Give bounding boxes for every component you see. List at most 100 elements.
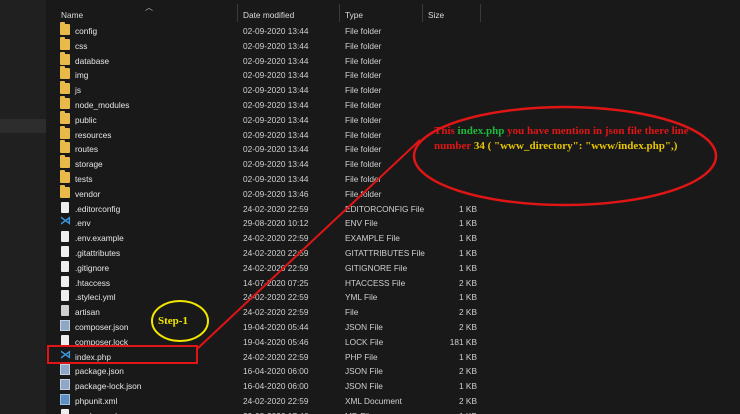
file-row[interactable]: phpunit.xml 24-02-2020 22:59 XML Document 2… [46, 393, 740, 408]
file-size: 1 KB [459, 233, 477, 244]
column-header-bar: ︿ Name Date modified Type Size [46, 0, 740, 23]
file-icon [61, 260, 69, 272]
json-icon [60, 320, 70, 331]
file-date-modified: 24-02-2020 22:59 [243, 203, 309, 214]
file-row[interactable]: package.json 16-04-2020 06:00 JSON File 2 K… [46, 363, 740, 378]
navigation-pane[interactable] [0, 0, 46, 414]
file-row[interactable]: js 02-09-2020 13:44 File folder [46, 81, 740, 97]
file-row[interactable]: config 02-09-2020 13:44 File folder [46, 22, 740, 38]
file-size: 181 KB [449, 336, 477, 347]
file-type: File folder [345, 100, 382, 110]
file-row[interactable]: css 02-09-2020 13:44 File folder [46, 36, 740, 53]
file-date-modified: 24-02-2020 22:59 [243, 233, 309, 244]
sort-ascending-icon: ︿ [145, 3, 153, 12]
navigation-selected-item[interactable] [0, 119, 46, 133]
file-type: XML Document [345, 396, 402, 406]
folder-icon [60, 155, 70, 169]
file-date-modified: 19-04-2020 05:44 [243, 322, 309, 332]
file-size: 1 KB [459, 203, 477, 214]
file-row[interactable]: ⋊ index.php 24-02-2020 22:59 PHP File 1 KB [46, 349, 740, 364]
file-date-modified: 24-02-2020 22:59 [243, 396, 309, 406]
folder-icon [60, 66, 70, 80]
column-divider[interactable] [422, 4, 423, 22]
file-type: File folder [345, 26, 382, 36]
file-row[interactable]: vendor 02-09-2020 13:46 File folder [46, 184, 740, 201]
vscode-icon: ⋊ [60, 215, 71, 228]
file-icon [61, 275, 69, 287]
folder-icon [60, 140, 70, 154]
file-row[interactable]: tests 02-09-2020 13:44 File folder [46, 170, 740, 186]
file-row[interactable]: .env.example 24-02-2020 22:59 EXAMPLE File… [46, 230, 740, 245]
file-type: File folder [345, 85, 382, 96]
folder-icon [60, 96, 70, 109]
file-icon [61, 231, 69, 243]
file-list[interactable]: ︿ Name Date modified Type Size config 02-… [46, 0, 740, 414]
file-name: .env [75, 218, 91, 229]
file-size: 1 KB [459, 248, 477, 258]
folder-icon [60, 36, 70, 50]
file-name: node_modules [75, 100, 130, 110]
file-type: ENV File [345, 218, 378, 229]
file-size: 2 KB [459, 307, 477, 318]
file-row[interactable]: img 02-09-2020 13:44 File folder [46, 66, 740, 82]
file-name: vendor [75, 188, 101, 199]
file-date-modified: 02-09-2020 13:44 [243, 26, 309, 36]
folder-icon [60, 125, 70, 139]
file-date-modified: 24-02-2020 22:59 [243, 307, 309, 318]
file-icon [61, 290, 69, 302]
file-date-modified: 02-09-2020 13:44 [243, 40, 309, 51]
column-divider[interactable] [480, 4, 481, 22]
column-header-size[interactable]: Size [428, 10, 444, 20]
folder-icon [60, 184, 70, 198]
file-name: public [75, 114, 97, 125]
file-type: LOCK File [345, 336, 384, 347]
file-date-modified: 02-09-2020 13:44 [243, 129, 309, 140]
column-header-type[interactable]: Type [345, 10, 363, 20]
folder-icon [60, 51, 70, 65]
file-row[interactable]: .gitattributes 24-02-2020 22:59 GITATTRIBU… [46, 245, 740, 260]
file-type: EDITORCONFIG File [345, 203, 425, 214]
file-row[interactable]: ⋊ .env 29-08-2020 10:12 ENV File 1 KB [46, 215, 740, 230]
file-row[interactable]: node_modules 02-09-2020 13:44 File folder [46, 96, 740, 112]
file-row[interactable]: .styleci.yml 24-02-2020 22:59 YML File 1 KB [46, 289, 740, 304]
file-date-modified: 02-09-2020 13:46 [243, 188, 309, 199]
file-name: css [75, 40, 88, 51]
file-name: tests [75, 174, 93, 184]
file-type: JSON File [345, 381, 383, 392]
file-date-modified: 24-02-2020 22:59 [243, 292, 309, 303]
column-divider[interactable] [237, 4, 238, 22]
file-row[interactable]: readme.md29-08-2020 17:46MD File1 KB [46, 408, 740, 414]
file-row[interactable]: database 02-09-2020 13:44 File folder [46, 51, 740, 68]
file-type: File [345, 307, 359, 318]
file-type: PHP File [345, 351, 378, 362]
file-date-modified: 29-08-2020 10:12 [243, 218, 309, 229]
file-icon [61, 334, 69, 346]
file-size: 1 KB [459, 218, 477, 229]
file-row[interactable]: package-lock.json 16-04-2020 06:00 JSON Fi… [46, 378, 740, 393]
file-row[interactable]: storage 02-09-2020 13:44 File folder [46, 155, 740, 171]
column-divider[interactable] [339, 4, 340, 22]
column-header-name[interactable]: Name [61, 10, 83, 20]
file-type: File folder [345, 129, 382, 140]
file-name: package.json [75, 366, 124, 377]
file-row[interactable]: artisan 24-02-2020 22:59 File 2 KB [46, 304, 740, 319]
file-name: .editorconfig [75, 203, 121, 214]
file-size: 1 KB [459, 381, 477, 392]
file-row[interactable]: composer.lock 19-04-2020 05:46 LOCK File 18… [46, 334, 740, 349]
file-date-modified: 16-04-2020 06:00 [243, 366, 309, 377]
file-type: File folder [345, 114, 382, 125]
file-row[interactable]: composer.json 19-04-2020 05:44 JSON File 2 … [46, 319, 740, 334]
file-name: .htaccess [75, 277, 111, 288]
file-row[interactable]: .gitignore 24-02-2020 22:59 GITIGNORE File… [46, 260, 740, 275]
file-row[interactable]: .htaccess 14-07-2020 07:25 HTACCESS File 2 … [46, 275, 740, 290]
file-date-modified: 16-04-2020 06:00 [243, 381, 309, 392]
column-header-date[interactable]: Date modified [243, 10, 294, 20]
file-name: index.php [75, 351, 111, 362]
file-date-modified: 14-07-2020 07:25 [243, 277, 309, 288]
annotation-filename: index.php [457, 125, 505, 137]
file-date-modified: 02-09-2020 13:44 [243, 174, 309, 184]
folder-icon [60, 110, 70, 124]
file-row[interactable]: .editorconfig 24-02-2020 22:59 EDITORCONFI… [46, 201, 740, 216]
file-date-modified: 24-02-2020 22:59 [243, 248, 309, 258]
file-name: phpunit.xml [75, 396, 118, 406]
